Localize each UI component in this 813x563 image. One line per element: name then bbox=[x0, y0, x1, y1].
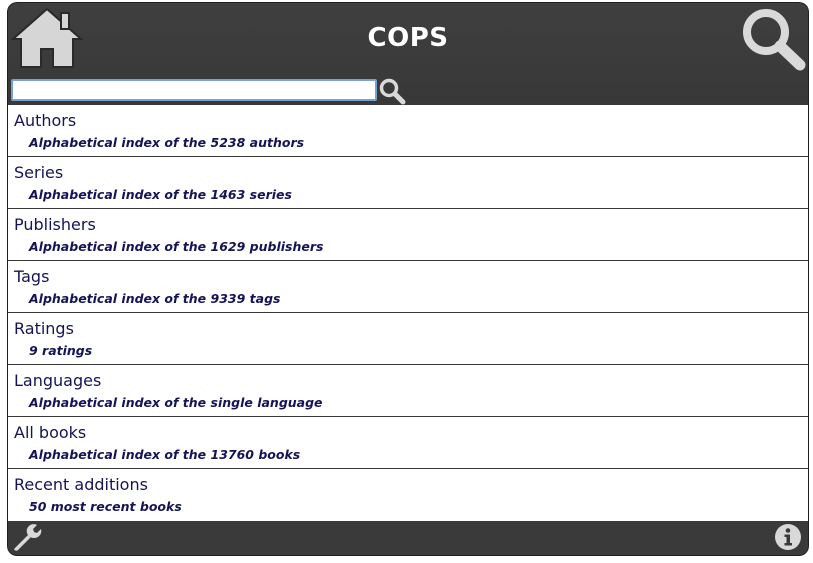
page-title: COPS bbox=[367, 23, 449, 53]
list-item-authors[interactable]: Authors Alphabetical index of the 5238 a… bbox=[8, 105, 808, 157]
search-input[interactable] bbox=[11, 79, 377, 101]
list-item-description: 9 ratings bbox=[29, 343, 93, 358]
list-item-title: Publishers bbox=[14, 215, 96, 234]
list-item-description: Alphabetical index of the 1463 series bbox=[29, 187, 292, 202]
app-frame: COPS Authors Alphabetical index of the 5… bbox=[8, 3, 808, 555]
settings-button[interactable] bbox=[12, 522, 42, 552]
list-item-recent-additions[interactable]: Recent additions 50 most recent books bbox=[8, 469, 808, 521]
list-item-description: Alphabetical index of the 5238 authors bbox=[29, 135, 305, 150]
list-item-description: Alphabetical index of the single languag… bbox=[29, 395, 323, 410]
list-item-title: Ratings bbox=[14, 319, 74, 338]
list-item-title: All books bbox=[14, 423, 87, 442]
wrench-icon bbox=[14, 524, 42, 551]
list-item-description: Alphabetical index of the 9339 tags bbox=[29, 291, 281, 306]
list-item-title: Languages bbox=[14, 371, 102, 390]
info-icon bbox=[775, 524, 801, 550]
search-go-button[interactable] bbox=[378, 77, 406, 105]
search-button[interactable] bbox=[738, 5, 808, 71]
list-item-title: Series bbox=[14, 163, 64, 182]
header-bar: COPS bbox=[8, 3, 808, 105]
list-item-description: Alphabetical index of the 13760 books bbox=[29, 447, 301, 462]
list-item-title: Tags bbox=[14, 267, 50, 286]
list-item-description: Alphabetical index of the 1629 publisher… bbox=[29, 239, 324, 254]
list-item-title: Authors bbox=[14, 111, 77, 130]
list-item-ratings[interactable]: Ratings 9 ratings bbox=[8, 313, 808, 365]
list-item-languages[interactable]: Languages Alphabetical index of the sing… bbox=[8, 365, 808, 417]
navigation-list: Authors Alphabetical index of the 5238 a… bbox=[8, 105, 808, 521]
list-item-description: 50 most recent books bbox=[29, 499, 182, 514]
list-item-tags[interactable]: Tags Alphabetical index of the 9339 tags bbox=[8, 261, 808, 313]
list-item-publishers[interactable]: Publishers Alphabetical index of the 162… bbox=[8, 209, 808, 261]
list-item-all-books[interactable]: All books Alphabetical index of the 1376… bbox=[8, 417, 808, 469]
search-icon bbox=[379, 78, 406, 105]
footer-bar bbox=[8, 521, 808, 555]
about-button[interactable] bbox=[774, 523, 802, 551]
list-item-title: Recent additions bbox=[14, 475, 148, 494]
list-item-series[interactable]: Series Alphabetical index of the 1463 se… bbox=[8, 157, 808, 209]
search-icon bbox=[743, 9, 806, 71]
